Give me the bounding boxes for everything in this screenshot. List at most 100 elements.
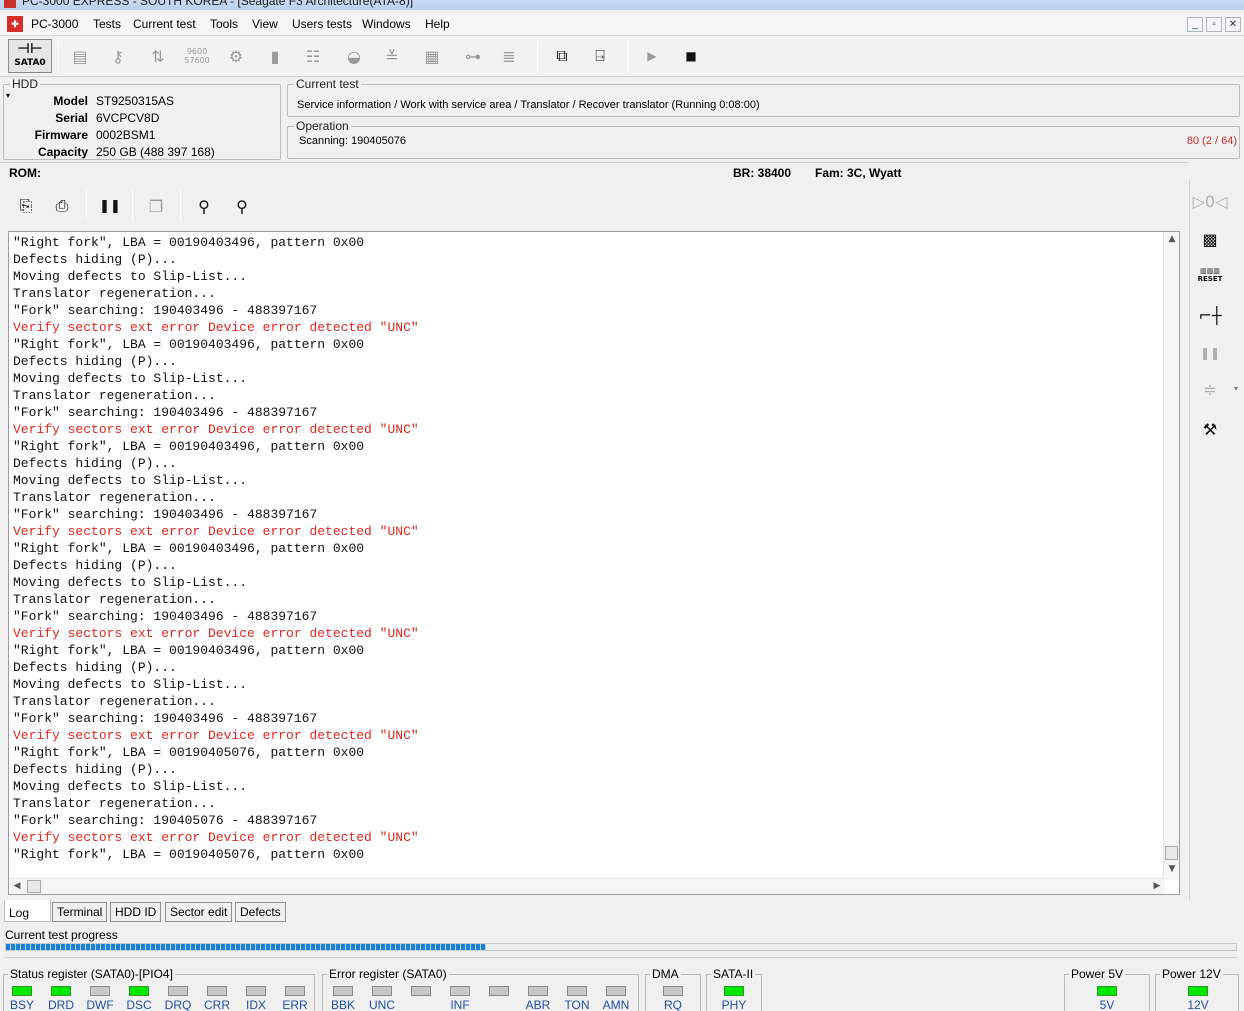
status-register-bit-label: IDX (245, 998, 266, 1011)
transfer-icon[interactable]: ⇅ (146, 45, 170, 67)
error-register-bit-label: AMN (602, 998, 630, 1011)
tools-icon[interactable]: ⚒ (1196, 416, 1224, 442)
tab-defects[interactable]: Defects (235, 902, 286, 922)
menu-view[interactable]: View (252, 17, 278, 31)
close-button[interactable]: ✕ (1225, 17, 1241, 32)
windows-icon[interactable]: ⧉ (550, 45, 574, 67)
log-line: Defects hiding (P)... (13, 558, 177, 573)
log-line: Moving defects to Slip-List... (13, 677, 248, 692)
network-icon[interactable]: ⊶ (458, 45, 488, 67)
progress-divider (5, 957, 1237, 958)
grid-icon[interactable]: ▦ (420, 45, 444, 67)
list-icon[interactable]: ≣ (497, 45, 521, 67)
menu-tools[interactable]: Tools (210, 17, 238, 31)
reset-icon[interactable]: ▥▥▥ RESET (1196, 262, 1224, 288)
log-line: Translator regeneration... (13, 796, 216, 811)
firmware-label: Firmware (34, 128, 88, 142)
gear-icon[interactable]: ⚙ (224, 45, 248, 67)
progress-fill (6, 944, 486, 950)
menu-pc3000[interactable]: PC-3000 (31, 17, 78, 31)
save-log-icon[interactable]: ⎙ (50, 195, 74, 217)
scroll-left-icon[interactable]: ◀ (9, 881, 25, 891)
head-map-icon[interactable]: ▷0◁ (1193, 188, 1228, 214)
log-line: Defects hiding (P)... (13, 456, 177, 471)
log-line: "Right fork", LBA = 00190405076, pattern… (13, 847, 365, 862)
log-horizontal-scrollbar[interactable]: ◀ ▶ (9, 878, 1165, 894)
status-register-bit-label: CRR (204, 998, 230, 1011)
menu-help[interactable]: Help (425, 17, 450, 31)
log-line: Moving defects to Slip-List... (13, 473, 248, 488)
status-register-led (90, 986, 110, 996)
bottom-tabs: Log Terminal HDD ID Sector edit Defects (2, 900, 1192, 922)
log-output[interactable]: "Right fork", LBA = 00190403496, pattern… (8, 231, 1180, 895)
sata2-phy-led (724, 986, 744, 996)
exit-icon[interactable]: ⍈ (588, 45, 612, 67)
scroll-down-icon[interactable]: ▼ (1164, 864, 1179, 874)
operation-label: Operation (294, 119, 351, 133)
tab-log[interactable]: Log (4, 900, 51, 922)
log-line-error: Verify sectors ext error Device error de… (13, 728, 419, 743)
status-register-led (168, 986, 188, 996)
chip-icon[interactable]: ▮ (263, 45, 287, 67)
log-line: Translator regeneration... (13, 592, 216, 607)
menu-users-tests[interactable]: Users tests (292, 17, 352, 31)
status-register-led (12, 986, 32, 996)
error-register-bit-label: ABR (525, 998, 551, 1011)
heads-step-icon[interactable]: ≑ (1196, 376, 1224, 402)
sata2-panel: SATA-II PHY (706, 967, 762, 1011)
scroll-right-icon[interactable]: ▶ (1149, 881, 1165, 891)
power-12v-led[interactable] (1188, 986, 1208, 996)
vertical-scroll-thumb[interactable] (1165, 846, 1178, 860)
status-register-bit-label: DRQ (164, 998, 192, 1011)
log-line: "Right fork", LBA = 00190403496, pattern… (13, 439, 365, 454)
tab-sector-edit[interactable]: Sector edit (165, 902, 233, 922)
registers-icon[interactable]: ☷ (301, 45, 325, 67)
scroll-up-icon[interactable]: ▲ (1164, 234, 1179, 244)
minimize-button[interactable]: _ (1187, 17, 1203, 32)
operation-counter: 80 (2 / 64) (1186, 135, 1237, 147)
log-lines: "Right fork", LBA = 00190403496, pattern… (13, 234, 1161, 863)
find-icon[interactable]: ⚲ (192, 195, 216, 217)
power-5v-led[interactable] (1097, 986, 1117, 996)
log-line-error: Verify sectors ext error Device error de… (13, 830, 419, 845)
open-log-icon[interactable]: ⎘ (14, 195, 38, 217)
baud-rate-9600: 9600 (186, 47, 208, 56)
document-icon[interactable]: ▤ (68, 45, 92, 67)
log-line-error: Verify sectors ext error Device error de… (13, 524, 419, 539)
menu-current-test[interactable]: Current test (133, 17, 196, 31)
jumper-icon[interactable]: ⌐┼ (1196, 302, 1224, 328)
toolbar-separator (180, 189, 181, 221)
tab-hdd-id[interactable]: HDD ID (110, 902, 162, 922)
dropdown-arrow-icon[interactable]: ▾ (1234, 384, 1238, 393)
log-line-error: Verify sectors ext error Device error de… (13, 422, 419, 437)
horizontal-scroll-thumb[interactable] (27, 880, 41, 893)
pause-icon[interactable]: ❚❚ (98, 195, 122, 217)
play-icon[interactable]: ▶ (640, 45, 664, 67)
status-register-bit-label: BSY (9, 998, 34, 1011)
stop-icon[interactable]: ■ (679, 45, 703, 67)
power-5v-title: Power 5V (1069, 967, 1126, 981)
find-next-icon[interactable]: ⚲ (230, 195, 254, 217)
sidebar-pause-icon[interactable]: ❚❚ (1196, 340, 1224, 366)
restore-button[interactable]: ▫ (1206, 17, 1222, 32)
log-vertical-scrollbar[interactable]: ▲ ▼ (1163, 232, 1179, 880)
log-line-error: Verify sectors ext error Device error de… (13, 320, 419, 335)
copy-icon[interactable]: ❐ (144, 195, 168, 217)
sata-plug-icon: ⊣⊢ (17, 41, 43, 57)
baud-rate-icon[interactable]: 9600 57600 (184, 45, 209, 67)
log-line: Defects hiding (P)... (13, 354, 177, 369)
menu-tests[interactable]: Tests (93, 17, 121, 31)
log-line: "Right fork", LBA = 00190403496, pattern… (13, 643, 365, 658)
current-test-label: Current test (294, 77, 361, 91)
menu-windows[interactable]: Windows (362, 17, 411, 31)
memory-module-icon[interactable]: ▩ (1196, 226, 1224, 252)
log-line: Defects hiding (P)... (13, 762, 177, 777)
heads-icon[interactable]: ≚ (380, 45, 404, 67)
tab-terminal[interactable]: Terminal (52, 902, 108, 922)
disk-icon[interactable]: ◒ (342, 45, 366, 67)
power-12v-label: 12V (1187, 998, 1209, 1011)
status-register-panel: Status register (SATA0)-[PIO4] BSY DRD DWF… (3, 967, 315, 1011)
sata0-port-button[interactable]: ⊣⊢ SATA0 (8, 39, 52, 73)
current-test-panel: Current test Service information / Work … (287, 77, 1240, 117)
key-icon[interactable]: ⚷ (106, 45, 130, 67)
